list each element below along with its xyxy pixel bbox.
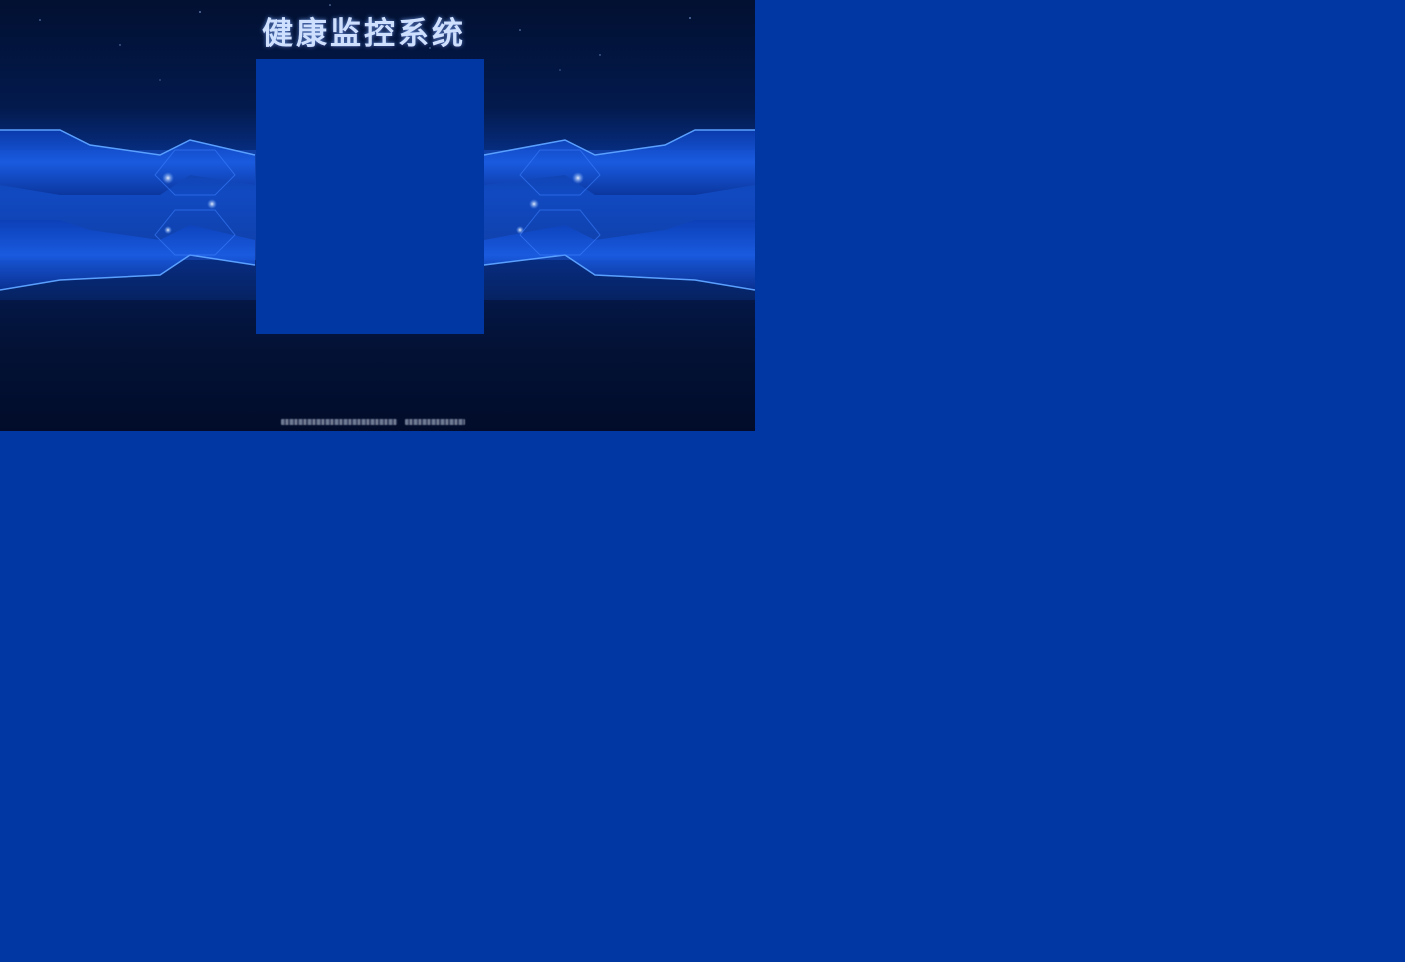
login-panel: [256, 59, 484, 334]
app-title: 健康监控系统: [262, 16, 466, 52]
footer-text-blurred-2: [405, 418, 465, 425]
login-banner: 健康监控系统: [0, 0, 755, 431]
footer-copyright: [281, 417, 467, 426]
page: 健康监控系统: [0, 0, 1405, 962]
footer-text-blurred-1: [281, 418, 397, 425]
